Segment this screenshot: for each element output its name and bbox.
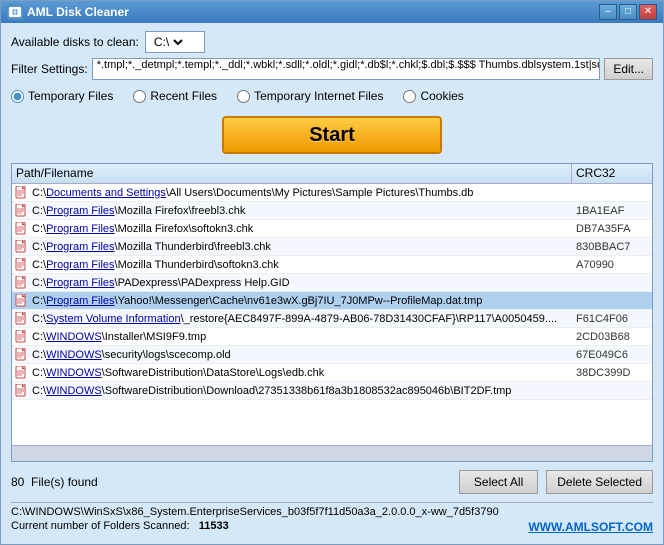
maximize-button[interactable]: □ (619, 4, 637, 20)
file-icon (12, 382, 30, 400)
column-path: Path/Filename (12, 164, 572, 183)
start-section: Start (11, 112, 653, 158)
table-row[interactable]: C:\WINDOWS\SoftwareDistribution\DataStor… (12, 364, 652, 382)
close-button[interactable]: ✕ (639, 4, 657, 20)
table-row[interactable]: C:\Program Files\Yahoo!\Messenger\Cache\… (12, 292, 652, 310)
file-icon (12, 202, 30, 220)
file-path: C:\Program Files\Mozilla Firefox\softokn… (30, 223, 572, 235)
files-found-label: File(s) found (31, 475, 98, 489)
radio-temp-internet-label: Temporary Internet Files (254, 89, 383, 103)
file-crc: 830BBAC7 (572, 241, 652, 253)
table-row[interactable]: C:\Program Files\Mozilla Firefox\freebl3… (12, 202, 652, 220)
file-crc: DB7A35FA (572, 223, 652, 235)
file-path: C:\Program Files\Mozilla Thunderbird\sof… (30, 259, 572, 271)
app-icon (7, 4, 23, 20)
radio-cookies-label: Cookies (420, 89, 463, 103)
file-path: C:\Documents and Settings\All Users\Docu… (30, 187, 572, 199)
file-crc: F61C4F06 (572, 313, 652, 325)
aml-website-link[interactable]: WWW.AMLSOFT.COM (528, 520, 653, 534)
file-path: C:\Program Files\Yahoo!\Messenger\Cache\… (30, 295, 572, 307)
file-crc: 67E049C6 (572, 349, 652, 361)
start-button[interactable]: Start (222, 116, 442, 154)
file-list-container: Path/Filename CRC32 C:\Documents and Set… (11, 163, 653, 462)
main-window: AML Disk Cleaner – □ ✕ Available disks t… (0, 0, 664, 545)
file-count: 80 File(s) found (11, 475, 98, 489)
file-path: C:\Program Files\Mozilla Thunderbird\fre… (30, 241, 572, 253)
table-row[interactable]: C:\WINDOWS\SoftwareDistribution\Download… (12, 382, 652, 400)
table-row[interactable]: C:\Program Files\PADexpress\PADexpress H… (12, 274, 652, 292)
table-row[interactable]: C:\Program Files\Mozilla Firefox\softokn… (12, 220, 652, 238)
radio-temp-internet-input[interactable] (237, 90, 250, 103)
file-icon (12, 238, 30, 256)
table-row[interactable]: C:\WINDOWS\Installer\MSI9F9.tmp2CD03B68 (12, 328, 652, 346)
title-bar: AML Disk Cleaner – □ ✕ (1, 1, 663, 23)
file-path: C:\WINDOWS\SoftwareDistribution\Download… (30, 385, 572, 397)
file-path: C:\WINDOWS\security\logs\scecomp.old (30, 349, 572, 361)
available-disks-label: Available disks to clean: (11, 35, 139, 49)
window-title: AML Disk Cleaner (27, 5, 599, 19)
file-crc: A70990 (572, 259, 652, 271)
radio-temp-internet[interactable]: Temporary Internet Files (237, 89, 383, 103)
radio-recent-files-input[interactable] (133, 90, 146, 103)
status-folders: Current number of Folders Scanned: 11533… (11, 520, 653, 532)
file-icon (12, 310, 30, 328)
file-list-header: Path/Filename CRC32 (12, 164, 652, 184)
table-row[interactable]: C:\WINDOWS\security\logs\scecomp.old67E0… (12, 346, 652, 364)
file-list[interactable]: C:\Documents and Settings\All Users\Docu… (12, 184, 652, 445)
table-row[interactable]: C:\System Volume Information\_restore{AE… (12, 310, 652, 328)
radio-temporary-files-input[interactable] (11, 90, 24, 103)
filter-row: Filter Settings: *.tmpl;*._detmpl;*.temp… (11, 58, 653, 80)
file-path: C:\Program Files\Mozilla Firefox\freebl3… (30, 205, 572, 217)
file-icon (12, 328, 30, 346)
file-icon (12, 256, 30, 274)
edit-button[interactable]: Edit... (604, 58, 653, 80)
file-crc: 2CD03B68 (572, 331, 652, 343)
status-bar: C:\WINDOWS\WinSxS\x86_System.EnterpriseS… (11, 502, 653, 536)
file-icon (12, 220, 30, 238)
file-icon (12, 364, 30, 382)
delete-selected-button[interactable]: Delete Selected (546, 470, 653, 494)
filter-settings-label: Filter Settings: (11, 62, 88, 76)
filter-value-display: *.tmpl;*._detmpl;*.templ;*._ddl;*.wbkl;*… (92, 58, 601, 80)
file-path: C:\WINDOWS\Installer\MSI9F9.tmp (30, 331, 572, 343)
file-crc: 1BA1EAF (572, 205, 652, 217)
disk-dropdown[interactable]: C:\ (145, 31, 205, 53)
radio-cookies-input[interactable] (403, 90, 416, 103)
radio-group: Temporary Files Recent Files Temporary I… (11, 85, 653, 107)
file-icon (12, 346, 30, 364)
folders-scanned-label: Current number of Folders Scanned: (11, 520, 190, 532)
horizontal-scrollbar[interactable] (12, 445, 652, 461)
column-crc: CRC32 (572, 164, 652, 183)
folders-count: 11533 (199, 520, 229, 532)
disk-row: Available disks to clean: C:\ (11, 31, 653, 53)
file-count-number: 80 (11, 475, 24, 489)
file-icon (12, 184, 30, 202)
radio-temporary-files[interactable]: Temporary Files (11, 89, 113, 103)
file-crc: 38DC399D (572, 367, 652, 379)
window-controls: – □ ✕ (599, 4, 657, 20)
select-all-button[interactable]: Select All (459, 470, 538, 494)
file-path: C:\Program Files\PADexpress\PADexpress H… (30, 277, 572, 289)
file-icon (12, 274, 30, 292)
minimize-button[interactable]: – (599, 4, 617, 20)
disk-select[interactable]: C:\ (150, 34, 186, 50)
bottom-bar: 80 File(s) found Select All Delete Selec… (11, 467, 653, 497)
radio-temporary-files-label: Temporary Files (28, 89, 113, 103)
file-icon (12, 292, 30, 310)
radio-cookies[interactable]: Cookies (403, 89, 463, 103)
file-path: C:\System Volume Information\_restore{AE… (30, 313, 572, 325)
file-path: C:\WINDOWS\SoftwareDistribution\DataStor… (30, 367, 572, 379)
table-row[interactable]: C:\Program Files\Mozilla Thunderbird\fre… (12, 238, 652, 256)
radio-recent-files-label: Recent Files (150, 89, 217, 103)
table-row[interactable]: C:\Documents and Settings\All Users\Docu… (12, 184, 652, 202)
table-row[interactable]: C:\Program Files\Mozilla Thunderbird\sof… (12, 256, 652, 274)
main-content: Available disks to clean: C:\ Filter Set… (1, 23, 663, 544)
status-path: C:\WINDOWS\WinSxS\x86_System.EnterpriseS… (11, 506, 653, 518)
radio-recent-files[interactable]: Recent Files (133, 89, 217, 103)
